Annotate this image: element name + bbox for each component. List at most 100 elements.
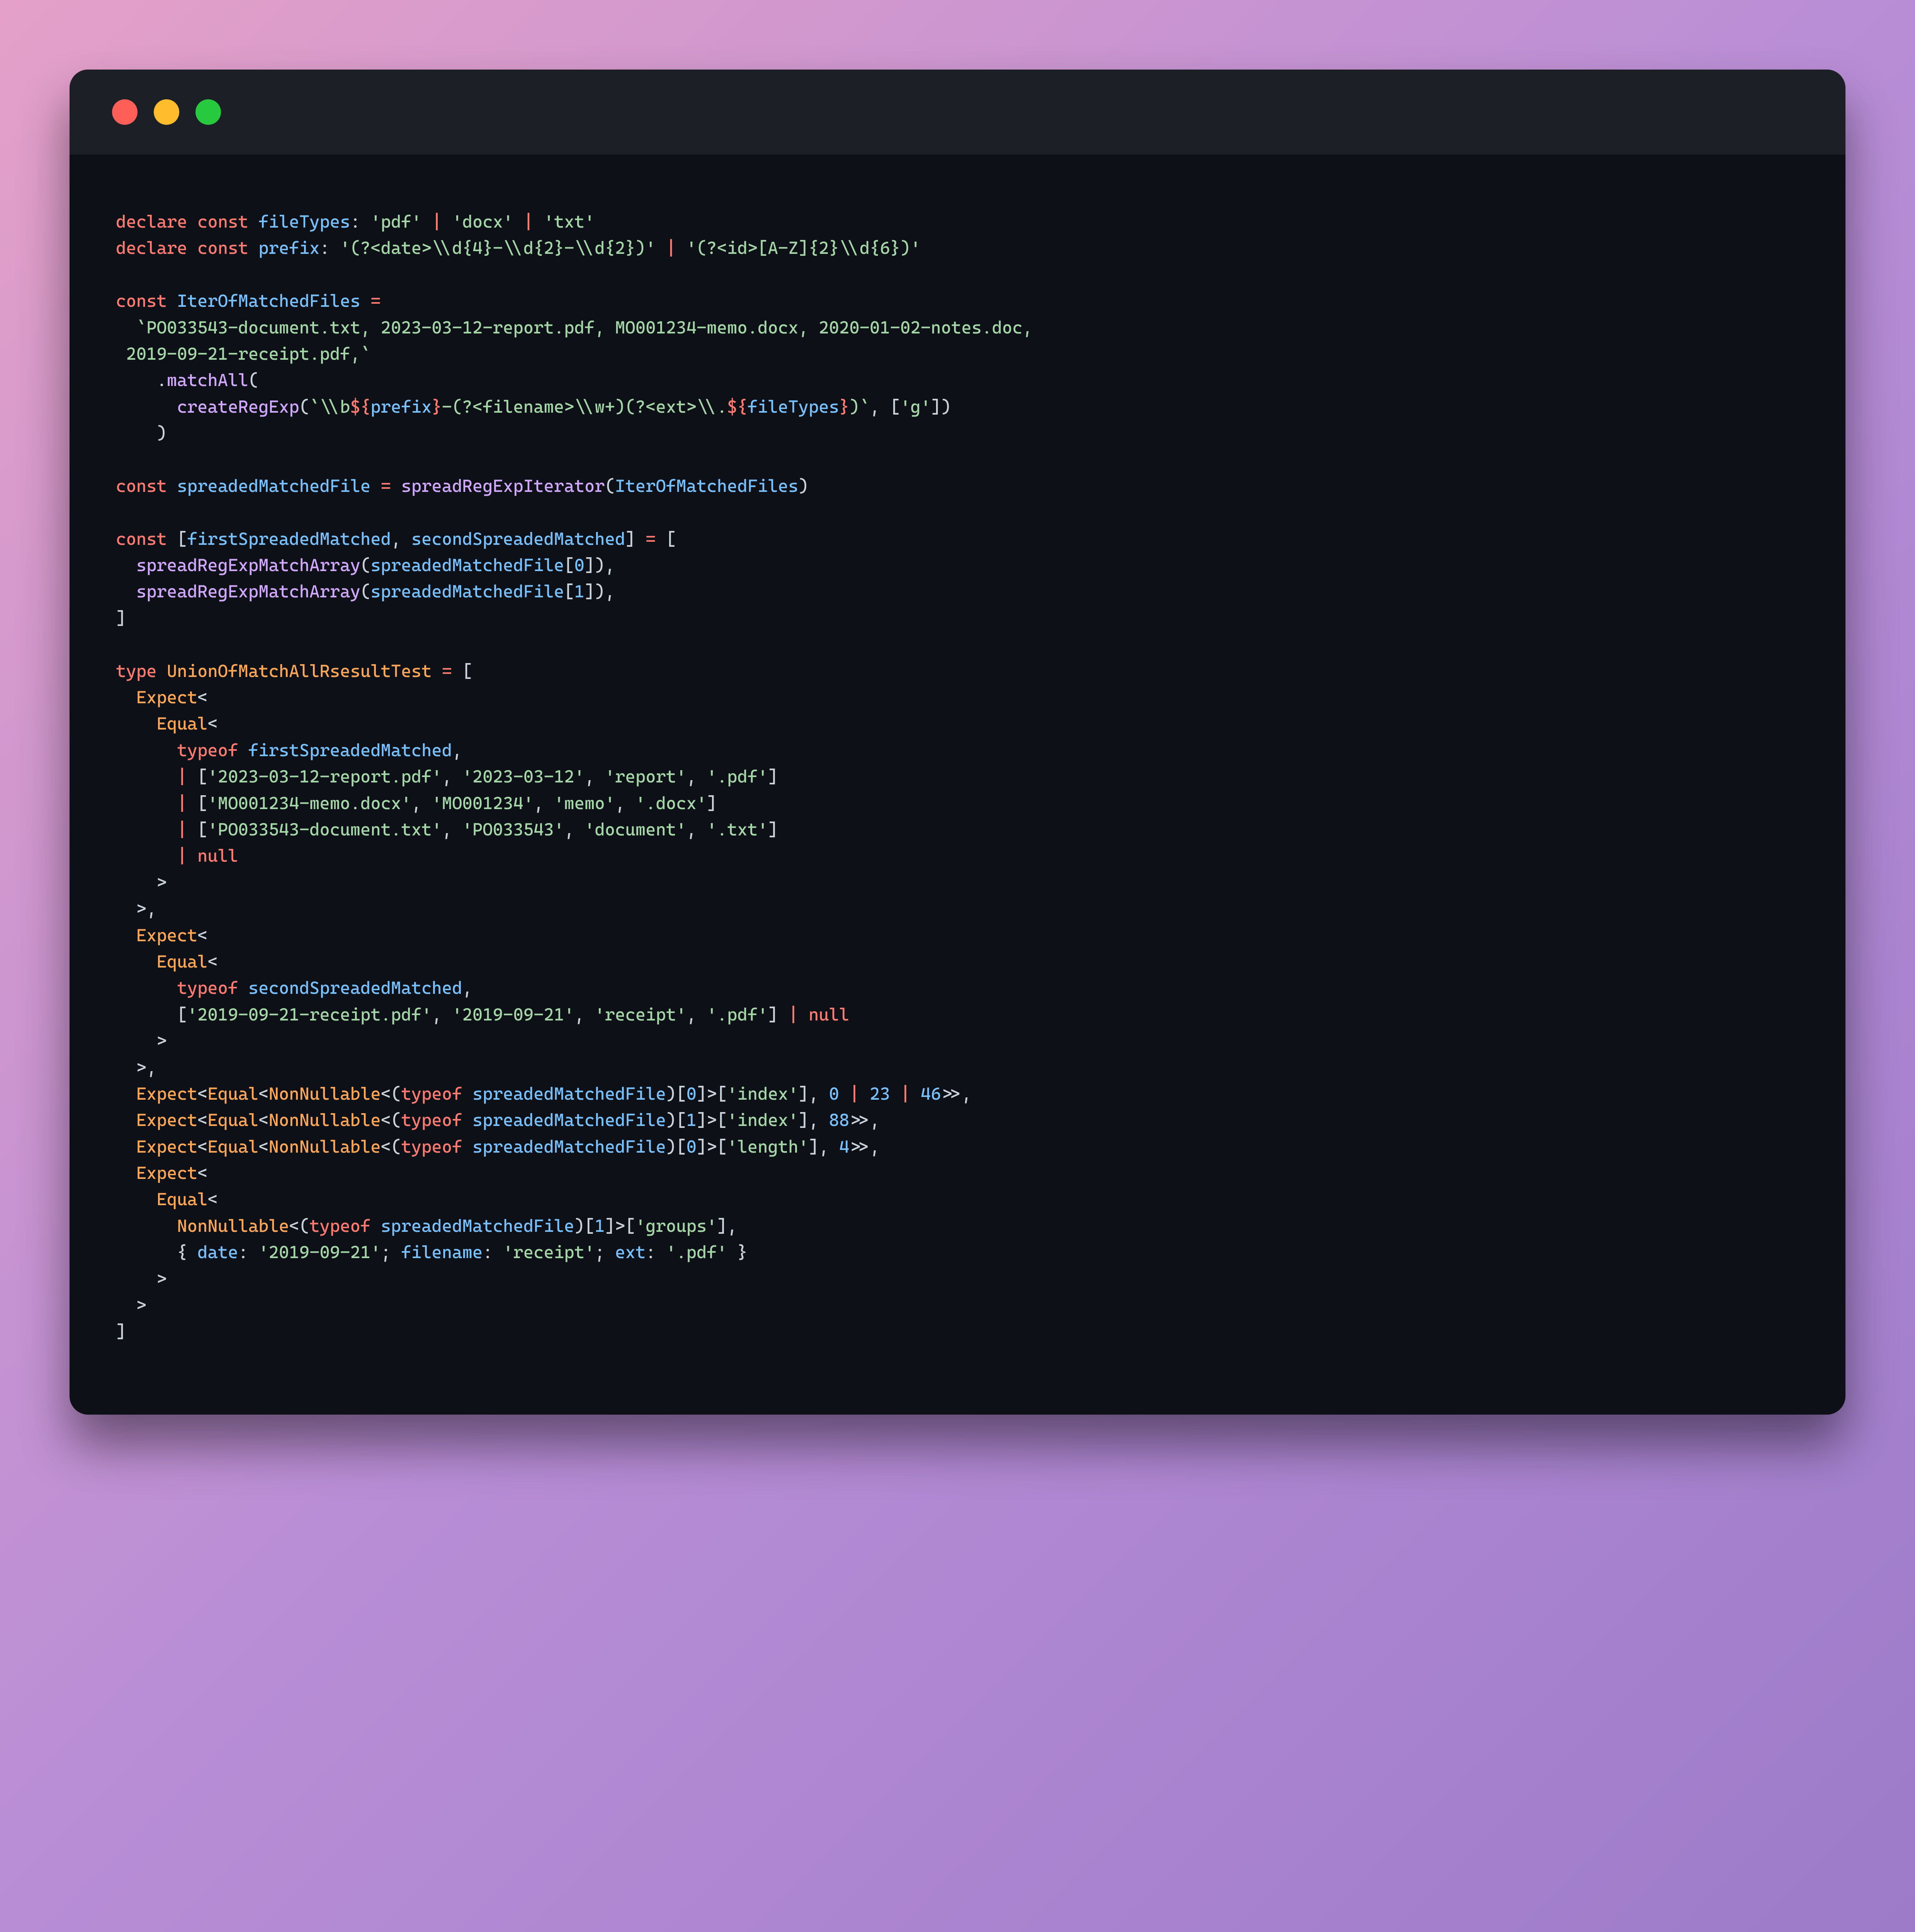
interp: ${ bbox=[727, 396, 748, 417]
punct: : bbox=[350, 211, 360, 232]
function-call: matchAll bbox=[167, 370, 248, 390]
keyword-typeof: typeof bbox=[309, 1216, 370, 1236]
minimize-icon[interactable] bbox=[154, 99, 179, 125]
punct: ( bbox=[248, 370, 258, 390]
string: 'index' bbox=[727, 1083, 799, 1104]
punct: ) bbox=[156, 423, 167, 443]
string: '.pdf' bbox=[707, 766, 768, 787]
type-name: Expect bbox=[136, 1083, 197, 1104]
punct: > bbox=[136, 1295, 146, 1315]
punct: ], bbox=[799, 1083, 819, 1104]
identifier: firstSpreadedMatched bbox=[187, 529, 391, 549]
string: 'length' bbox=[727, 1136, 809, 1157]
close-icon[interactable] bbox=[112, 99, 138, 125]
punct: ; bbox=[595, 1242, 605, 1262]
string: 'receipt' bbox=[595, 1004, 686, 1025]
punct: ; bbox=[381, 1242, 391, 1262]
punct: [ bbox=[197, 766, 207, 787]
string: `PO033543-document.txt, 2023-03-12-repor… bbox=[136, 317, 1033, 338]
punct: < bbox=[197, 1136, 207, 1157]
punct: [ bbox=[666, 529, 676, 549]
identifier: prefix bbox=[258, 238, 319, 258]
operator: | bbox=[177, 766, 187, 787]
punct: ], bbox=[809, 1136, 829, 1157]
punct: ], bbox=[799, 1110, 819, 1130]
type-name: NonNullable bbox=[269, 1083, 381, 1104]
punct: )[ bbox=[666, 1110, 686, 1130]
identifier: spreadedMatchedFile bbox=[177, 476, 370, 496]
punct: < bbox=[197, 1083, 207, 1104]
punct: ] bbox=[768, 819, 778, 840]
string: '.pdf' bbox=[707, 1004, 768, 1025]
number: 0 bbox=[829, 1083, 839, 1104]
punct: , bbox=[462, 978, 472, 998]
operator: = bbox=[370, 291, 381, 311]
punct: [ bbox=[197, 793, 207, 813]
punct: , bbox=[686, 819, 697, 840]
number: 88 bbox=[829, 1110, 850, 1130]
punct: ( bbox=[299, 396, 309, 417]
identifier: firstSpreadedMatched bbox=[248, 740, 452, 760]
punct: < bbox=[197, 687, 207, 707]
punct: , bbox=[686, 1004, 697, 1025]
type-name: Equal bbox=[207, 1083, 258, 1104]
string: 'report' bbox=[605, 766, 686, 787]
punct: ]), bbox=[585, 555, 615, 575]
number: 1 bbox=[595, 1216, 605, 1236]
keyword-const: const bbox=[116, 291, 167, 311]
punct: ]>[ bbox=[697, 1083, 727, 1104]
punct: ]>[ bbox=[605, 1216, 636, 1236]
identifier: IterOfMatchedFiles bbox=[177, 291, 360, 311]
punct: )[ bbox=[574, 1216, 595, 1236]
punct: <( bbox=[289, 1216, 309, 1236]
string: 2019-09-21-receipt.pdf,` bbox=[116, 344, 370, 364]
string: '2023-03-12' bbox=[462, 766, 585, 787]
type-name: Equal bbox=[156, 713, 207, 734]
punct: [ bbox=[177, 1004, 187, 1025]
interp: } bbox=[839, 396, 849, 417]
punct: ] bbox=[707, 793, 717, 813]
identifier: secondSpreadedMatched bbox=[411, 529, 625, 549]
string: -(?<filename>\\w+)(?<ext>\\. bbox=[442, 396, 727, 417]
code-editor[interactable]: declare const fileTypes: 'pdf' | 'docx' … bbox=[70, 155, 1845, 1415]
punct: , bbox=[564, 819, 574, 840]
operator: | bbox=[850, 1083, 860, 1104]
punct: [ bbox=[197, 819, 207, 840]
punct: , bbox=[432, 1004, 442, 1025]
punct: [ bbox=[564, 581, 574, 602]
string: 'PO033543-document.txt' bbox=[207, 819, 442, 840]
punct: ] bbox=[116, 608, 126, 628]
string: '2019-09-21' bbox=[452, 1004, 574, 1025]
punct: >, bbox=[136, 898, 157, 919]
number: 4 bbox=[839, 1136, 849, 1157]
punct: > bbox=[156, 1031, 167, 1051]
identifier: spreadedMatchedFile bbox=[381, 1216, 574, 1236]
punct: , bbox=[442, 819, 452, 840]
identifier: spreadedMatchedFile bbox=[472, 1136, 666, 1157]
punct: , bbox=[534, 793, 544, 813]
type-name: Expect bbox=[136, 925, 197, 946]
keyword-typeof: typeof bbox=[177, 740, 238, 760]
punct: < bbox=[207, 951, 217, 972]
string: 'receipt' bbox=[503, 1242, 595, 1262]
string: '(?<date>\\d{4}-\\d{2}-\\d{2})' bbox=[340, 238, 656, 258]
type-name: UnionOfMatchAllRsesultTest bbox=[167, 661, 432, 681]
string: 'index' bbox=[727, 1110, 799, 1130]
keyword-typeof: typeof bbox=[177, 978, 238, 998]
string: 'MO001234' bbox=[432, 793, 534, 813]
number: 1 bbox=[574, 581, 585, 602]
string: '(?<id>[A-Z]{2}\\d{6})' bbox=[686, 238, 921, 258]
number: 1 bbox=[686, 1110, 697, 1130]
keyword-typeof: typeof bbox=[401, 1136, 462, 1157]
punct: < bbox=[258, 1136, 268, 1157]
string: 'pdf' bbox=[370, 211, 421, 232]
punct: >>, bbox=[850, 1110, 880, 1130]
punct: ( bbox=[605, 476, 615, 496]
string: 'docx' bbox=[452, 211, 513, 232]
string: 'memo' bbox=[554, 793, 615, 813]
operator: = bbox=[381, 476, 391, 496]
string: '.txt' bbox=[707, 819, 768, 840]
maximize-icon[interactable] bbox=[195, 99, 221, 125]
punct: >, bbox=[136, 1057, 157, 1078]
string: 'groups' bbox=[636, 1216, 717, 1236]
